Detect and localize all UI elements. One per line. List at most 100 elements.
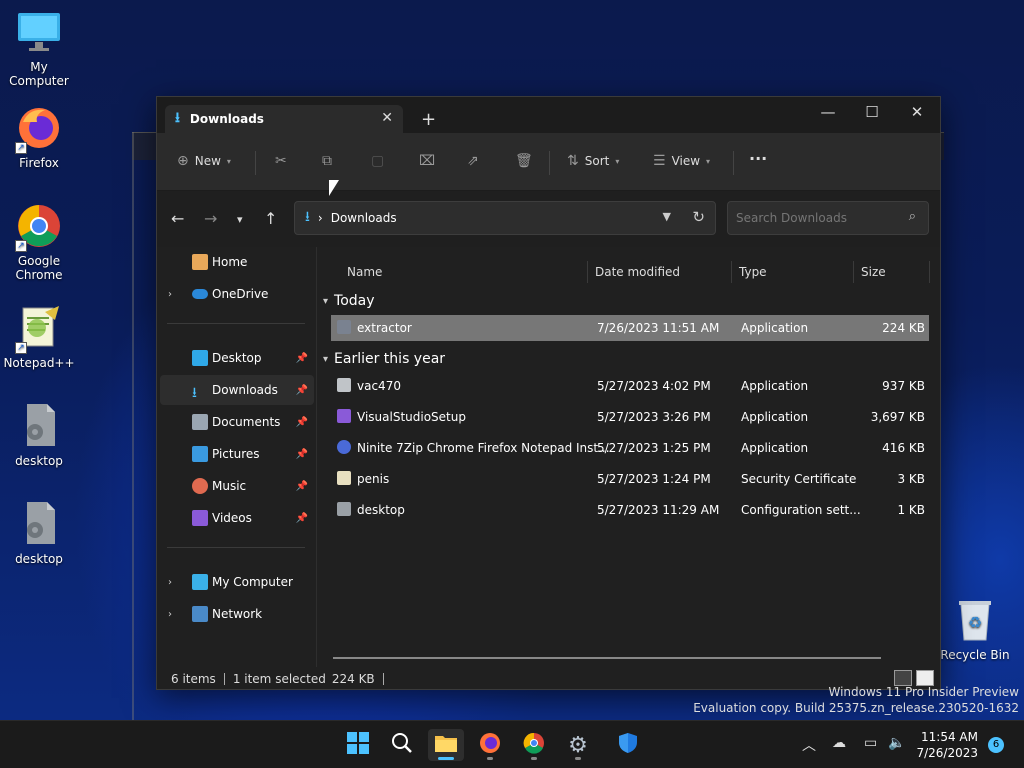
close-tab-icon[interactable]: ✕ <box>381 110 393 126</box>
rename-button[interactable]: ⌧ <box>419 153 435 169</box>
clock[interactable]: 11:54 AM 7/26/2023 <box>916 729 978 761</box>
column-divider[interactable] <box>853 261 854 283</box>
search-button[interactable] <box>384 729 420 761</box>
trash-icon: 🗑 <box>515 153 533 169</box>
taskbar-firefox[interactable] <box>472 729 508 761</box>
pin-icon[interactable]: 📌 <box>296 353 308 364</box>
column-header-type[interactable]: Type <box>731 257 853 287</box>
volume-icon[interactable]: 🔈 <box>888 735 905 751</box>
group-label: Earlier this year <box>334 351 446 367</box>
pin-icon[interactable]: 📌 <box>296 513 308 524</box>
sidebar-item-music[interactable]: Music 📌 <box>160 471 314 501</box>
sidebar-item-my-computer[interactable]: › My Computer <box>160 567 314 597</box>
pin-icon[interactable]: 📌 <box>296 449 308 460</box>
chevron-up-icon[interactable]: ︿ <box>802 735 816 755</box>
group-header-earlier[interactable]: ▾ Earlier this year <box>323 351 445 367</box>
table-row[interactable]: vac470 5/27/2023 4:02 PM Application 937… <box>331 373 929 399</box>
desktop-icon-desktop-ini-1[interactable]: desktop <box>0 402 78 468</box>
chevron-right-icon[interactable]: › <box>168 609 172 620</box>
taskbar-settings[interactable]: ⚙ <box>560 729 596 761</box>
ninite-icon <box>337 440 351 454</box>
sort-label: Sort <box>584 154 610 168</box>
desktop-icon-label: My Computer <box>9 60 69 88</box>
sort-button[interactable]: ⇅ Sort ▾ <box>567 153 619 169</box>
paste-button[interactable]: ▢ <box>371 153 384 169</box>
sidebar-item-downloads[interactable]: ⭳ Downloads 📌 <box>160 375 314 405</box>
cut-button[interactable]: ✂ <box>275 153 287 169</box>
refresh-icon[interactable]: ↻ <box>692 208 705 226</box>
mouse-cursor <box>329 180 339 196</box>
maximize-button[interactable]: ☐ <box>849 103 895 121</box>
tab-downloads[interactable]: ⭳ Downloads ✕ <box>165 105 403 133</box>
table-row[interactable]: penis 5/27/2023 1:24 PM Security Certifi… <box>331 466 929 492</box>
desktop-icon-notepadpp[interactable]: ↗ Notepad++ <box>0 304 78 370</box>
back-button[interactable]: ← <box>171 209 184 228</box>
desktop-icon-recycle-bin[interactable]: ♻ Recycle Bin <box>936 596 1014 662</box>
taskbar-file-explorer[interactable] <box>428 729 464 761</box>
forward-button[interactable]: → <box>204 209 217 228</box>
up-button[interactable]: ↑ <box>264 209 277 228</box>
chevron-down-icon[interactable]: ▼ <box>663 210 671 223</box>
sidebar-item-desktop[interactable]: Desktop 📌 <box>160 343 314 373</box>
rename-icon: ⌧ <box>419 153 436 169</box>
new-tab-button[interactable]: + <box>421 109 436 130</box>
music-icon <box>192 478 208 494</box>
table-row[interactable]: VisualStudioSetup 5/27/2023 3:26 PM Appl… <box>331 404 929 430</box>
windows-logo-icon <box>347 731 369 759</box>
details-view-button[interactable] <box>894 670 912 686</box>
sidebar-item-documents[interactable]: Documents 📌 <box>160 407 314 437</box>
group-header-today[interactable]: ▾ Today <box>323 293 375 309</box>
sidebar-item-pictures[interactable]: Pictures 📌 <box>160 439 314 469</box>
minimize-button[interactable]: — <box>805 103 851 121</box>
clock-date: 7/26/2023 <box>916 746 978 760</box>
column-header-date[interactable]: Date modified <box>587 257 731 287</box>
network-icon[interactable]: ▭ <box>864 735 877 751</box>
table-row[interactable]: extractor 7/26/2023 11:51 AM Application… <box>331 315 929 341</box>
sidebar-item-videos[interactable]: Videos 📌 <box>160 503 314 533</box>
view-label: View <box>671 154 701 168</box>
file-type: Application <box>741 410 809 424</box>
pin-icon[interactable]: 📌 <box>296 481 308 492</box>
table-row[interactable]: desktop 5/27/2023 11:29 AM Configuration… <box>331 497 929 523</box>
desktop-icon-firefox[interactable]: ↗ Firefox <box>0 104 78 170</box>
notification-badge[interactable]: 6 <box>988 737 1004 753</box>
column-header-name[interactable]: Name <box>347 257 587 287</box>
share-button[interactable]: ⇗ <box>467 153 479 169</box>
new-button[interactable]: ⊕ New ▾ <box>177 153 231 169</box>
column-header-size[interactable]: Size <box>853 257 931 287</box>
sidebar-item-network[interactable]: › Network <box>160 599 314 629</box>
address-bar[interactable]: ⭳ › Downloads ▼ ↻ <box>294 201 716 235</box>
horizontal-scrollbar[interactable] <box>333 657 881 659</box>
search-input[interactable] <box>736 211 896 225</box>
view-button[interactable]: ☰ View ▾ <box>653 153 710 169</box>
table-row[interactable]: Ninite 7Zip Chrome Firefox Notepad Inst.… <box>331 435 929 461</box>
taskbar-chrome[interactable] <box>516 729 552 761</box>
start-button[interactable] <box>340 729 376 761</box>
taskbar: ⚙ ︿ ☁ ▭ 🔈 11:54 AM 7/26/2023 6 <box>0 720 1024 768</box>
column-divider[interactable] <box>929 261 930 283</box>
sidebar-item-home[interactable]: Home <box>160 247 314 277</box>
taskbar-security[interactable] <box>610 729 646 761</box>
desktop-icon-my-computer[interactable]: My Computer <box>0 8 78 88</box>
breadcrumb[interactable]: Downloads <box>331 211 397 225</box>
close-window-button[interactable]: ✕ <box>894 103 940 121</box>
chevron-right-icon[interactable]: › <box>168 577 172 588</box>
recent-locations-button[interactable]: ▾ <box>237 213 243 226</box>
search-box[interactable]: ⌕ <box>727 201 929 235</box>
sidebar-item-onedrive[interactable]: › OneDrive <box>160 279 314 309</box>
svg-text:♻: ♻ <box>968 613 982 632</box>
cloud-offline-icon[interactable]: ☁ <box>832 735 846 751</box>
pin-icon[interactable]: 📌 <box>296 385 308 396</box>
column-divider[interactable] <box>731 261 732 283</box>
more-options-button[interactable]: ··· <box>749 149 767 168</box>
title-bar[interactable]: ⭳ Downloads ✕ + — ☐ ✕ <box>157 97 940 133</box>
pin-icon[interactable]: 📌 <box>296 417 308 428</box>
tiles-view-button[interactable] <box>916 670 934 686</box>
desktop-icon-chrome[interactable]: ↗ Google Chrome <box>0 202 78 282</box>
network-icon <box>192 606 208 622</box>
copy-button[interactable]: ⧉ <box>322 153 332 169</box>
desktop-icon-desktop-ini-2[interactable]: desktop <box>0 500 78 566</box>
delete-button[interactable]: 🗑 <box>515 153 533 169</box>
chevron-right-icon[interactable]: › <box>168 289 172 300</box>
column-divider[interactable] <box>587 261 588 283</box>
